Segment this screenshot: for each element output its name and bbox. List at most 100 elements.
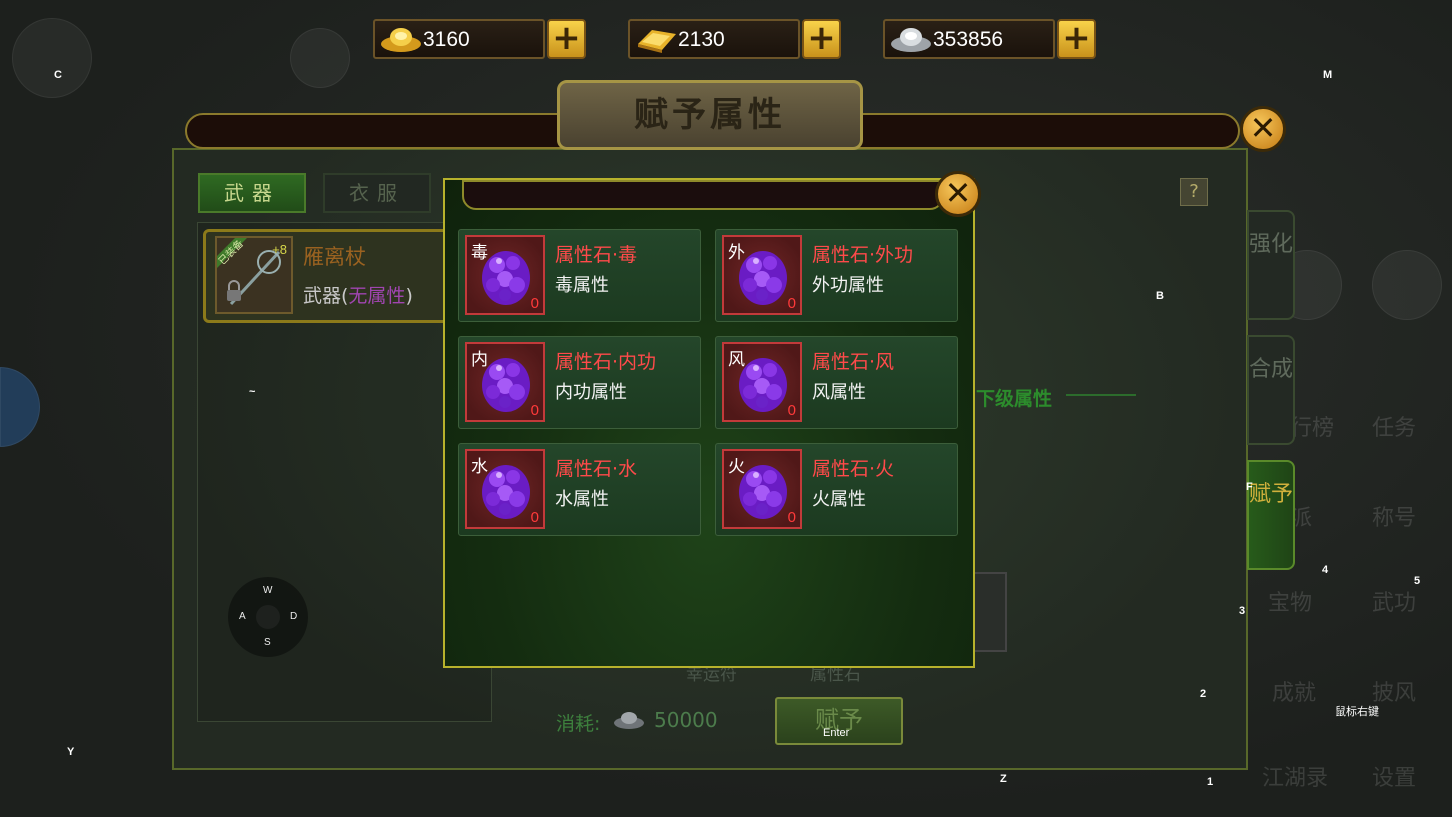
key-hint-tilde: ~	[249, 386, 256, 398]
stone-name: 属性石·内功	[555, 351, 657, 373]
tab-clothes[interactable]: 衣服	[323, 173, 431, 213]
popup-title-bar	[462, 180, 944, 210]
silver-ingot-value: 353856	[933, 28, 1004, 51]
key-hint-w: W	[263, 585, 273, 596]
stone-count: 0	[787, 295, 796, 312]
stone-card-water[interactable]: 水 0 属性石·水 水属性	[458, 443, 701, 536]
item-type: 武器(无属性)	[303, 281, 413, 308]
purple-stone-icon: 火 0	[722, 449, 802, 529]
close-icon: ✕	[944, 174, 972, 212]
gold-bar-icon	[634, 24, 678, 54]
bg-menu-kungfu: 武功	[1372, 591, 1417, 616]
key-hint-enter: Enter	[823, 727, 850, 739]
stone-tag: 毒	[471, 243, 488, 263]
stone-tag: 风	[728, 350, 745, 370]
next-attribute-arrow-line	[1066, 394, 1136, 396]
stone-name: 属性石·外功	[812, 244, 914, 266]
movement-joystick[interactable]: W A D S	[228, 577, 308, 657]
bg-menu-treasure: 宝物	[1268, 591, 1313, 616]
stone-count: 0	[530, 509, 539, 526]
purple-stone-icon: 风 0	[722, 342, 802, 422]
key-hint-a: A	[239, 611, 246, 622]
gold-ingot-value: 3160	[423, 28, 470, 51]
bg-menu-jianghu: 江湖录	[1262, 766, 1329, 791]
stone-count: 0	[787, 509, 796, 526]
item-level: +8	[272, 242, 287, 257]
key-hint-3: 3	[1239, 605, 1246, 617]
close-icon: ✕	[1249, 109, 1277, 147]
staff-item-icon: 已装备 +8	[215, 236, 293, 314]
stone-desc: 火属性	[812, 489, 866, 510]
stone-count: 0	[787, 402, 796, 419]
cost-label: 消耗:	[556, 713, 601, 735]
purple-stone-icon: 水 0	[465, 449, 545, 529]
stone-tag: 水	[471, 457, 488, 477]
stone-desc: 内功属性	[555, 382, 627, 403]
side-tab-combine[interactable]: 合成	[1247, 335, 1295, 445]
side-tab-assign[interactable]: 赋予	[1247, 460, 1295, 570]
stone-card-internal[interactable]: 内 0 属性石·内功 内功属性	[458, 336, 701, 429]
key-hint-s: S	[264, 637, 271, 648]
stone-tag: 火	[728, 457, 745, 477]
key-hint-b: B	[1156, 290, 1164, 302]
item-attribute: 无属性	[348, 285, 406, 307]
stone-desc: 风属性	[812, 382, 866, 403]
cost-value: 50000	[654, 708, 718, 732]
side-tab-enhance[interactable]: 强化	[1247, 210, 1295, 320]
item-type-suffix: )	[405, 285, 413, 307]
stone-tag: 内	[471, 350, 488, 370]
key-hint-z: Z	[1000, 773, 1007, 785]
purple-stone-icon: 外 0	[722, 235, 802, 315]
item-type-prefix: 武器(	[303, 285, 349, 307]
add-gold-ingot-button[interactable]: +	[547, 19, 586, 59]
stone-count: 0	[530, 295, 539, 312]
bg-menu-achievement: 成就	[1272, 681, 1317, 706]
popup-close-button[interactable]: ✕	[935, 171, 981, 217]
stone-name: 属性石·毒	[555, 244, 638, 266]
gold-ingot-counter: 3160	[373, 19, 545, 59]
key-hint-2: 2	[1200, 688, 1207, 700]
purple-stone-icon: 毒 0	[465, 235, 545, 315]
silver-ingot-counter: 353856	[883, 19, 1055, 59]
gold-bar-value: 2130	[678, 28, 725, 51]
add-gold-bar-button[interactable]: +	[802, 19, 841, 59]
purple-stone-icon: 内 0	[465, 342, 545, 422]
item-name: 雁离杖	[303, 245, 366, 269]
key-hint-5: 5	[1414, 575, 1421, 587]
bg-skill-circle-2	[1372, 250, 1442, 320]
bg-menu-title: 称号	[1372, 506, 1417, 531]
panel-title-plate: 赋予属性	[557, 80, 863, 150]
gold-bar-counter: 2130	[628, 19, 800, 59]
stone-card-external[interactable]: 外 0 属性石·外功 外功属性	[715, 229, 958, 322]
key-hint-m: M	[1323, 69, 1333, 81]
tab-weapon[interactable]: 武器	[198, 173, 306, 213]
joystick-knob[interactable]	[256, 605, 280, 629]
pet-avatar	[290, 28, 350, 88]
stone-card-fire[interactable]: 火 0 属性石·火 火属性	[715, 443, 958, 536]
stone-name: 属性石·火	[812, 458, 895, 480]
stone-name: 属性石·风	[812, 351, 895, 373]
stone-desc: 毒属性	[555, 275, 609, 296]
stone-desc: 水属性	[555, 489, 609, 510]
stone-card-wind[interactable]: 风 0 属性石·风 风属性	[715, 336, 958, 429]
gold-ingot-icon	[379, 24, 423, 54]
panel-title: 赋予属性	[634, 95, 786, 135]
stone-desc: 外功属性	[812, 275, 884, 296]
player-avatar	[12, 18, 92, 98]
key-hint-c: C	[54, 69, 62, 81]
stone-tag: 外	[728, 243, 745, 263]
add-silver-button[interactable]: +	[1057, 19, 1096, 59]
key-hint-f: F	[1246, 481, 1253, 493]
bg-menu-task: 任务	[1372, 416, 1417, 441]
help-button[interactable]: ?	[1180, 178, 1208, 206]
silver-cost-icon	[612, 710, 646, 730]
key-hint-right-mouse: 鼠标右键	[1335, 706, 1379, 718]
bg-menu-settings: 设置	[1372, 766, 1417, 791]
stone-card-poison[interactable]: 毒 0 属性石·毒 毒属性	[458, 229, 701, 322]
key-hint-1: 1	[1207, 776, 1214, 788]
panel-close-button[interactable]: ✕	[1240, 106, 1286, 152]
stone-name: 属性石·水	[555, 458, 638, 480]
key-hint-y: Y	[67, 746, 75, 758]
key-hint-4: 4	[1322, 564, 1329, 576]
next-attribute-label: 下级属性	[976, 388, 1053, 410]
